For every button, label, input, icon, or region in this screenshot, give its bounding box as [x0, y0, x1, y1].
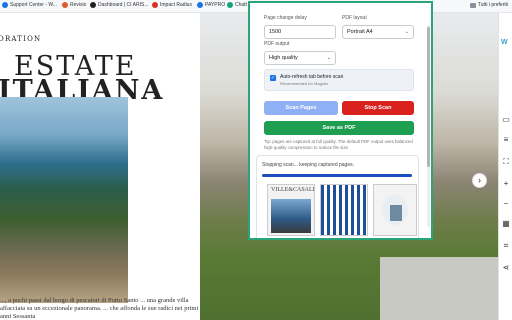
bookmark-chat[interactable]: Chatt [227, 2, 247, 8]
auto-refresh-option[interactable]: ✓ Auto-refresh tab before scan Recommend… [264, 69, 414, 91]
fullscreen-icon[interactable]: ⛶ [501, 157, 511, 167]
zoom-out-icon[interactable]: − [501, 199, 511, 209]
output-label: PDF output [264, 41, 290, 47]
impact-icon [152, 2, 158, 8]
popup-scrollbar-thumb[interactable] [427, 27, 430, 167]
bookmark-dashboard[interactable]: Dashboard | CI ARIS... [90, 2, 149, 8]
layout-label: PDF layout [342, 15, 367, 21]
auto-refresh-sub: Recommended for Magzter [280, 81, 329, 86]
next-page-button[interactable]: › [472, 173, 487, 188]
share-icon[interactable]: ⋖ [501, 263, 511, 273]
brand-logo-icon: W [501, 39, 508, 46]
page-thumbnail[interactable] [373, 184, 417, 236]
layout-select[interactable]: Portrait A4 ⌄ [342, 25, 414, 39]
menu-icon[interactable]: ≡ [501, 135, 511, 145]
r-icon [62, 2, 68, 8]
chevron-down-icon: ⌄ [326, 55, 331, 61]
page-thumbnail[interactable] [320, 184, 368, 236]
auto-refresh-label: Auto-refresh tab before scan [280, 74, 344, 80]
layout-value: Portrait A4 [347, 29, 373, 35]
github-icon [90, 2, 96, 8]
chat-icon [227, 2, 233, 8]
scan-status-card: Stopping scan... keeping captured pages.… [256, 155, 419, 238]
bookmark-support-center[interactable]: Support Center - W... [2, 2, 57, 8]
output-value: High quality [269, 55, 298, 61]
article-body: ..., a pochi passi dal borgo di pescator… [0, 297, 199, 320]
bookmark-impact-radius[interactable]: Impact Radius [152, 2, 192, 8]
bookmark-label: PAYPRO [205, 2, 226, 8]
delay-label: Page change delay [264, 15, 307, 21]
zoom-in-icon[interactable]: + [501, 179, 511, 189]
paypro-icon [197, 2, 203, 8]
globe-icon [2, 2, 8, 8]
right-toolbar: W ▭ ≡ ⛶ + − ▦ ⌗ ⋖ [498, 13, 512, 320]
thumbnail-title: VILLE&CASALI [271, 187, 315, 193]
thumbnail-image [321, 185, 367, 235]
all-bookmarks[interactable]: Tutti i preferiti [469, 2, 508, 8]
coastline-photo [0, 97, 128, 303]
extension-popup: Page change delay 1500 PDF layout Portra… [248, 1, 433, 240]
bookmark-label: Revisio [70, 2, 87, 8]
tip-text: Tip: pages are captured at full quality.… [264, 139, 413, 150]
chevron-down-icon: ⌄ [404, 29, 409, 35]
folder-icon [469, 2, 476, 8]
scan-status-text: Stopping scan... keeping captured pages. [262, 162, 355, 168]
bookmark-label: Support Center - W... [10, 2, 57, 8]
thumbnail-image [271, 199, 311, 233]
crop-icon[interactable]: ⌗ [501, 241, 511, 251]
pool-deck-photo [380, 257, 498, 320]
grid-icon[interactable]: ▦ [501, 219, 511, 229]
stop-scan-button[interactable]: Stop Scan [342, 101, 414, 115]
bookmark-revisio[interactable]: Revisio [62, 2, 86, 8]
page-thumbnail[interactable]: VILLE&CASALI [267, 184, 315, 236]
all-bookmarks-label: Tutti i preferiti [477, 2, 508, 8]
bookmark-paypro[interactable]: PAYPRO [197, 2, 225, 8]
save-pdf-button[interactable]: Save as PDF [264, 121, 414, 135]
reader-view-icon[interactable]: ▭ [501, 115, 511, 125]
bookmark-label: Chatt [235, 2, 247, 8]
thumbnail-image [390, 205, 402, 221]
scan-progress-bar [262, 174, 412, 177]
scan-pages-button[interactable]: Scan Pages [264, 101, 338, 115]
section-label: ORATION [0, 35, 42, 43]
bookmark-label: Impact Radius [160, 2, 192, 8]
auto-refresh-checkbox[interactable]: ✓ [270, 75, 276, 81]
output-select[interactable]: High quality ⌄ [264, 51, 336, 65]
delay-input[interactable]: 1500 [264, 25, 336, 39]
bookmark-label: Dashboard | CI ARIS... [98, 2, 149, 8]
scan-progress-fill [262, 174, 412, 177]
